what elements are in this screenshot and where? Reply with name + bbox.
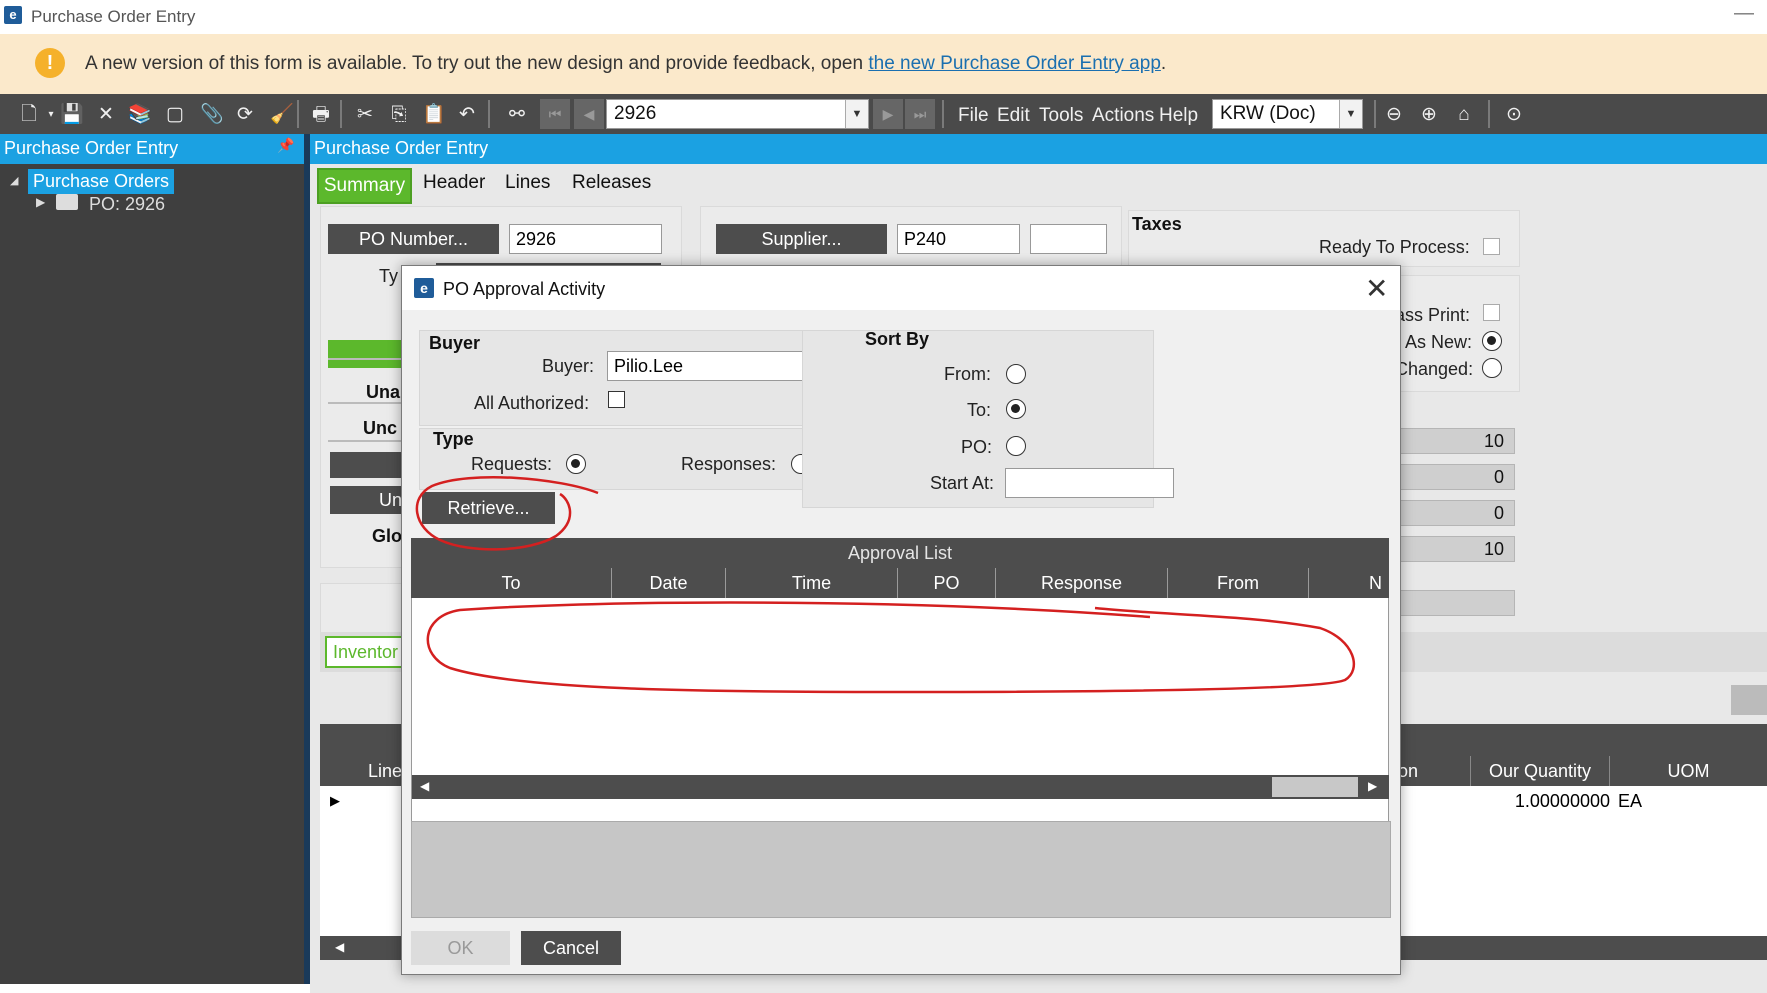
annotation-overlay <box>415 476 1355 694</box>
retrieve-annotation-circle <box>415 476 599 551</box>
approval-list-annotation-circle <box>426 601 1355 694</box>
